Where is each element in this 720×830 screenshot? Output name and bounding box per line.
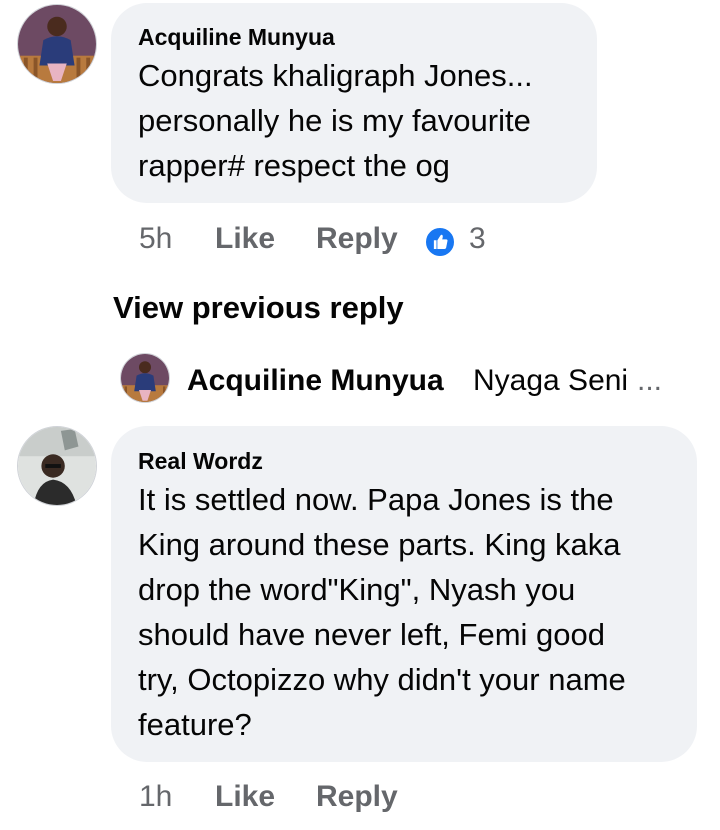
like-button[interactable]: Like: [215, 780, 275, 814]
reply-preview-author[interactable]: Acquiline Munyua: [187, 364, 444, 398]
profile-photo-icon: [121, 354, 169, 402]
comment-text-line: personally he is my favourite: [138, 103, 531, 138]
profile-photo-icon: [18, 5, 96, 83]
comment-text-line: rapper# respect the og: [138, 148, 450, 183]
reply-button[interactable]: Reply: [316, 780, 398, 814]
avatar[interactable]: [17, 426, 97, 506]
reply-preview-text[interactable]: Nyaga Seni: [473, 364, 628, 398]
reaction-count[interactable]: 3: [469, 222, 486, 256]
profile-photo-icon: [18, 427, 96, 505]
comment-timestamp[interactable]: 1h: [139, 780, 172, 814]
thumbs-up-icon[interactable]: [424, 226, 456, 258]
like-button[interactable]: Like: [215, 222, 275, 256]
comment-text-line: It is settled now. Papa Jones is the: [138, 482, 614, 517]
reply-preview-avatar[interactable]: [120, 353, 170, 403]
view-previous-reply-link[interactable]: View previous reply: [113, 290, 404, 326]
comment-text-line: drop the word"King", Nyash you: [138, 572, 576, 607]
reply-preview-ellipsis: ...: [637, 364, 663, 397]
comment-text-line: King around these parts. King kaka: [138, 527, 621, 562]
comment-author[interactable]: Real Wordz: [138, 448, 263, 475]
comment-timestamp[interactable]: 5h: [139, 222, 172, 256]
comment-text-line: should have never left, Femi good: [138, 617, 605, 652]
comment-text-line: try, Octopizzo why didn't your name: [138, 662, 626, 697]
comment-text-line: Congrats khaligraph Jones...: [138, 58, 533, 93]
comment-author[interactable]: Acquiline Munyua: [138, 24, 335, 51]
avatar[interactable]: [17, 4, 97, 84]
comment-text-line: feature?: [138, 707, 252, 742]
reply-button[interactable]: Reply: [316, 222, 398, 256]
